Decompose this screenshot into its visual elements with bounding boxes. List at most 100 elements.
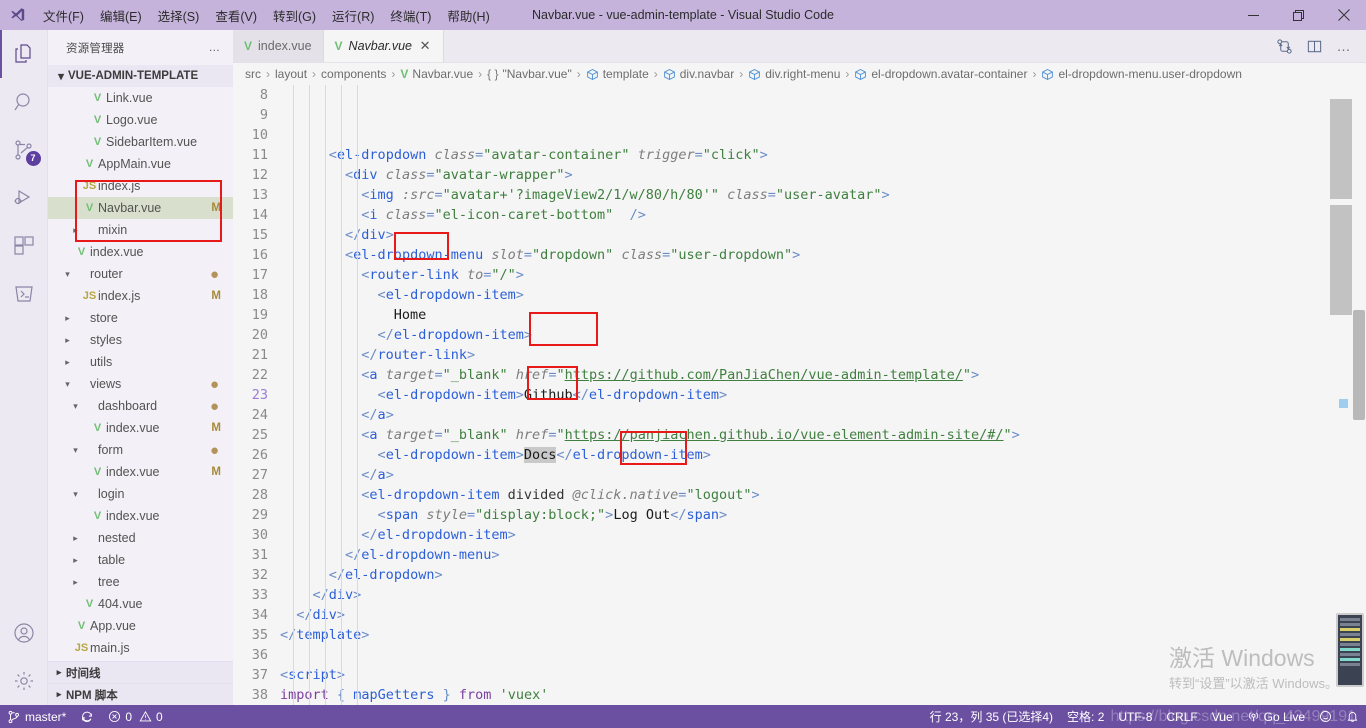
code-line[interactable]: </a> [280, 405, 1366, 425]
code-line[interactable]: <el-dropdown-menu slot="dropdown" class=… [280, 245, 1366, 265]
tree-item-dashboard[interactable]: ▾ dashboard ● [48, 395, 233, 417]
activity-explorer-icon[interactable] [0, 30, 48, 78]
code-line[interactable]: </el-dropdown> [280, 565, 1366, 585]
tree-item-index-js[interactable]: JS index.js M [48, 285, 233, 307]
code-line[interactable]: </div> [280, 225, 1366, 245]
tree-item-main-js[interactable]: JS main.js [48, 637, 233, 659]
split-editor-icon[interactable] [1300, 32, 1328, 60]
code-line[interactable]: </div> [280, 605, 1366, 625]
tree-item-form[interactable]: ▾ form ● [48, 439, 233, 461]
status-language-mode[interactable]: Vue [1205, 710, 1240, 724]
menu-view[interactable]: 查看(V) [207, 0, 265, 30]
tree-item-views[interactable]: ▾ views ● [48, 373, 233, 395]
code-line[interactable]: <i class="el-icon-caret-bottom" /> [280, 205, 1366, 225]
code-line[interactable]: </div> [280, 585, 1366, 605]
breadcrumb-item-6[interactable]: div.navbar [663, 67, 734, 81]
menu-file[interactable]: 文件(F) [35, 0, 92, 30]
menu-help[interactable]: 帮助(H) [439, 0, 497, 30]
breadcrumb[interactable]: src › layout › components › V Navbar.vue › { } "Na… [233, 63, 1366, 85]
file-tree[interactable]: V Link.vue V Logo.vue V SidebarItem.vue V AppMa… [48, 87, 233, 661]
code-line[interactable]: import { mapGetters } from 'vuex' [280, 685, 1366, 705]
code-line[interactable] [280, 645, 1366, 665]
status-notifications-bell-icon[interactable] [1339, 710, 1366, 723]
maximize-restore-button[interactable] [1276, 0, 1321, 30]
status-sync[interactable] [73, 705, 101, 728]
code-line[interactable]: <script> [280, 665, 1366, 685]
code-line[interactable]: <el-dropdown-item>Docs</el-dropdown-item… [280, 445, 1366, 465]
status-feedback-smiley-icon[interactable] [1312, 710, 1339, 723]
editor-scrollbar[interactable] [1352, 85, 1366, 705]
tree-item-link-vue[interactable]: V Link.vue [48, 87, 233, 109]
menu-terminal[interactable]: 终端(T) [382, 0, 439, 30]
window-controls[interactable] [1231, 0, 1366, 30]
tree-item-sidebaritem-vue[interactable]: V SidebarItem.vue [48, 131, 233, 153]
menu-go[interactable]: 转到(G) [265, 0, 324, 30]
tree-item-mixin[interactable]: ▸ mixin [48, 219, 233, 241]
code-editor[interactable]: 8 9 10 11 12 13 14 15 16 17 18 19 20 21 22 23 24 25 26 27 28… [233, 85, 1366, 705]
code-line[interactable]: Home [280, 305, 1366, 325]
tree-item-store[interactable]: ▸ store [48, 307, 233, 329]
npm-scripts-section[interactable]: ▸ NPM 脚本 [48, 683, 233, 705]
tree-item-app-vue[interactable]: V App.vue [48, 615, 233, 637]
breadcrumb-item-2[interactable]: components [321, 67, 386, 81]
project-folder-header[interactable]: ▾ VUE-ADMIN-TEMPLATE [48, 65, 233, 87]
breadcrumb-item-8[interactable]: el-dropdown.avatar-container [854, 67, 1027, 81]
status-eol[interactable]: CRLF [1159, 710, 1204, 724]
activity-account-icon[interactable] [0, 609, 48, 657]
timeline-section[interactable]: ▸ 时间线 [48, 661, 233, 683]
tree-item-logo-vue[interactable]: V Logo.vue [48, 109, 233, 131]
code-line[interactable]: <img :src="avatar+'?imageView2/1/w/80/h/… [280, 185, 1366, 205]
scrollbar-thumb[interactable] [1353, 310, 1365, 420]
activity-source-control-icon[interactable]: 7 [0, 126, 48, 174]
activity-remote-terminal-icon[interactable] [0, 270, 48, 318]
minimize-button[interactable] [1231, 0, 1276, 30]
status-encoding[interactable]: UTF-8 [1111, 710, 1159, 724]
status-problems[interactable]: 0 0 [101, 705, 169, 728]
close-button[interactable] [1321, 0, 1366, 30]
tree-item-index-vue[interactable]: Vindex.vue M [48, 417, 233, 439]
tree-item-utils[interactable]: ▸ utils [48, 351, 233, 373]
code-line[interactable]: <span style="display:block;">Log Out</sp… [280, 505, 1366, 525]
tree-item-login[interactable]: ▾ login [48, 483, 233, 505]
tree-item-index-js[interactable]: JS index.js [48, 175, 233, 197]
tab-close-icon[interactable]: ✕ [418, 38, 432, 54]
breadcrumb-item-7[interactable]: div.right-menu [748, 67, 840, 81]
tree-item-router[interactable]: ▾ router ● [48, 263, 233, 285]
menu-edit[interactable]: 编辑(E) [92, 0, 150, 30]
code-line[interactable]: <router-link to="/"> [280, 265, 1366, 285]
code-line[interactable]: </router-link> [280, 345, 1366, 365]
code-line[interactable]: </el-dropdown-item> [280, 325, 1366, 345]
tree-item-index-vue[interactable]: Vindex.vue [48, 505, 233, 527]
explorer-more-icon[interactable]: … [201, 42, 230, 54]
breadcrumb-item-1[interactable]: layout [275, 67, 307, 81]
minimap[interactable] [1330, 85, 1352, 705]
breadcrumb-item-4[interactable]: { } "Navbar.vue" [487, 67, 572, 81]
activity-search-icon[interactable] [0, 78, 48, 126]
status-indentation[interactable]: 空格: 2 [1060, 708, 1111, 725]
activity-gear-icon[interactable] [0, 657, 48, 705]
tree-item-index-vue[interactable]: Vindex.vue M [48, 461, 233, 483]
tab-index-vue[interactable]: V index.vue [233, 30, 324, 62]
tree-item-table[interactable]: ▸ table [48, 549, 233, 571]
code-line[interactable]: <el-dropdown-item divided @click.native=… [280, 485, 1366, 505]
code-line[interactable]: </el-dropdown-item> [280, 525, 1366, 545]
tree-item-navbar-vue[interactable]: V Navbar.vue M [48, 197, 233, 219]
code-line[interactable]: <a target="_blank" href="https://panjiac… [280, 425, 1366, 445]
more-actions-icon[interactable]: … [1330, 32, 1358, 60]
tab-navbar-vue[interactable]: V Navbar.vue ✕ [323, 30, 445, 62]
code-line[interactable]: <el-dropdown class="avatar-container" tr… [280, 145, 1366, 165]
status-branch[interactable]: master* [0, 705, 73, 728]
breadcrumb-item-5[interactable]: template [586, 67, 649, 81]
code-line[interactable]: </a> [280, 465, 1366, 485]
code-line[interactable]: <a target="_blank" href="https://github.… [280, 365, 1366, 385]
breadcrumb-item-3[interactable]: V Navbar.vue [400, 67, 473, 81]
breadcrumb-item-9[interactable]: el-dropdown-menu.user-dropdown [1041, 67, 1242, 81]
split-diff-icon[interactable] [1270, 32, 1298, 60]
code-content[interactable]: <el-dropdown class="avatar-container" tr… [280, 85, 1366, 705]
status-cursor-position[interactable]: 行 23，列 35 (已选择4) [923, 708, 1060, 725]
tree-item-nested[interactable]: ▸ nested [48, 527, 233, 549]
menu-bar[interactable]: 文件(F) 编辑(E) 选择(S) 查看(V) 转到(G) 运行(R) 终端(T… [35, 0, 498, 30]
activity-extensions-icon[interactable] [0, 222, 48, 270]
code-line[interactable]: </el-dropdown-menu> [280, 545, 1366, 565]
tree-item-404-vue[interactable]: V 404.vue [48, 593, 233, 615]
